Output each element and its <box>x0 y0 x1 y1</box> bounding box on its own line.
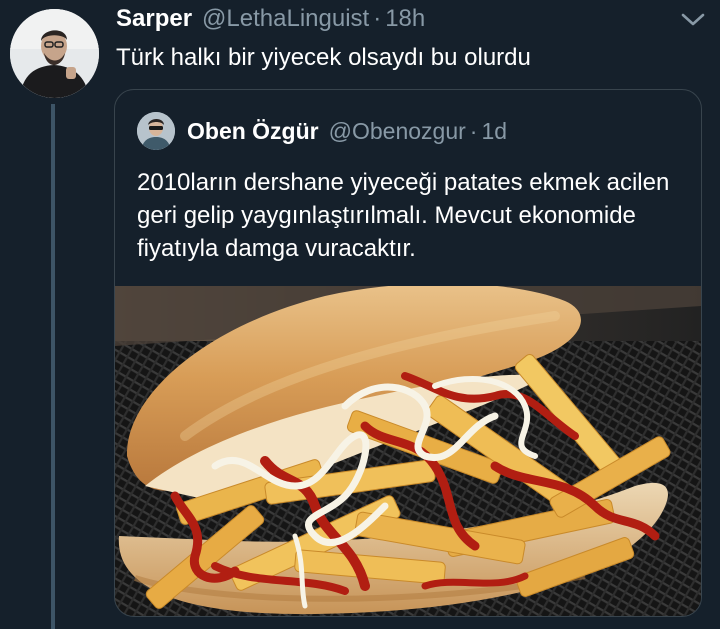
quoted-avatar <box>137 112 175 150</box>
quoted-tweet-text: 2010ların dershane yiyeceği patates ekme… <box>137 169 670 262</box>
thread-line <box>51 104 55 629</box>
tweet-text: Türk halkı bir yiyecek olsaydı bu olurdu <box>116 44 531 71</box>
tweet-header: Sarper @LethaLinguist · 18h <box>116 5 425 37</box>
author-handle[interactable]: @LethaLinguist <box>202 5 369 33</box>
avatar[interactable] <box>10 9 99 98</box>
quoted-separator-dot: · <box>469 117 478 144</box>
quoted-timestamp: 1d <box>481 117 508 144</box>
quoted-tweet-header: Oben Özgür @Obenozgur · 1d <box>137 112 507 150</box>
quoted-tweet-photo[interactable] <box>115 286 701 616</box>
chevron-down-icon[interactable] <box>680 12 706 28</box>
tweet: Sarper @LethaLinguist · 18h Türk halkı b… <box>0 0 720 629</box>
quoted-author-handle: @Obenozgur <box>328 117 466 144</box>
quoted-tweet[interactable]: Oben Özgür @Obenozgur · 1d 2010ların der… <box>114 89 702 617</box>
avatar-image <box>10 9 99 98</box>
separator-dot: · <box>373 5 382 32</box>
quoted-author-name: Oben Özgür <box>187 117 319 144</box>
author-name[interactable]: Sarper <box>116 5 192 33</box>
food-photo <box>115 286 701 616</box>
timestamp[interactable]: 18h <box>385 5 425 33</box>
